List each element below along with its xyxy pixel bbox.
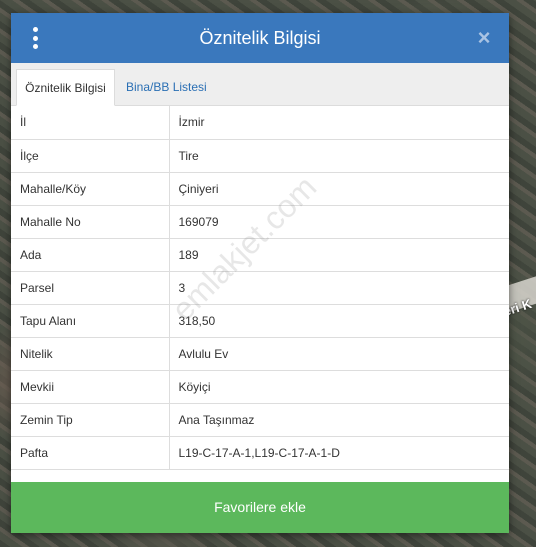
table-row: Nitelik Avlulu Ev [11, 337, 509, 371]
tab-bar: Öznitelik Bilgisi Bina/BB Listesi [11, 63, 509, 106]
attribute-key: Nitelik [11, 337, 170, 371]
table-row: Mevkii Köyiçi [11, 370, 509, 404]
attribute-value: 318,50 [169, 304, 509, 338]
attribute-value: L19-C-17-A-1,L19-C-17-A-1-D [169, 436, 509, 470]
attribute-key: İlçe [11, 139, 170, 173]
attribute-value: İzmir [169, 106, 509, 140]
table-row: Mahalle No 169079 [11, 205, 509, 239]
attribute-key: Mahalle No [11, 205, 170, 239]
attribute-value: 169079 [169, 205, 509, 239]
tab-building-list[interactable]: Bina/BB Listesi [116, 69, 217, 105]
attribute-value: 189 [169, 238, 509, 272]
attribute-key: Ada [11, 238, 170, 272]
attribute-key: Mevkii [11, 370, 170, 404]
attribute-key: Tapu Alanı [11, 304, 170, 338]
table-row: Zemin Tip Ana Taşınmaz [11, 403, 509, 437]
tab-attribute-info[interactable]: Öznitelik Bilgisi [16, 69, 115, 106]
dialog-header: Öznitelik Bilgisi × [11, 13, 509, 63]
table-row: Mahalle/Köy Çiniyeri [11, 172, 509, 206]
attribute-table: İl İzmir İlçe Tire Mahalle/Köy Çiniyeri Mahall… [11, 106, 509, 470]
table-row: Tapu Alanı 318,50 [11, 304, 509, 338]
attribute-value: Tire [169, 139, 509, 173]
vertical-ellipsis-icon[interactable] [29, 27, 41, 49]
attribute-value: Çiniyeri [169, 172, 509, 206]
attribute-key: Mahalle/Köy [11, 172, 170, 206]
close-icon[interactable]: × [471, 25, 497, 51]
attribute-value: 3 [169, 271, 509, 305]
attribute-value: Ana Taşınmaz [169, 403, 509, 437]
table-row: İl İzmir [11, 106, 509, 140]
attribute-key: Parsel [11, 271, 170, 305]
attribute-key: Zemin Tip [11, 403, 170, 437]
dialog-title: Öznitelik Bilgisi [199, 28, 321, 48]
attribute-dialog: Öznitelik Bilgisi × Öznitelik Bilgisi Bi… [11, 13, 509, 533]
attribute-key: İl [11, 106, 170, 140]
attribute-value: Köyiçi [169, 370, 509, 404]
table-row: Ada 189 [11, 238, 509, 272]
add-to-favorites-button[interactable]: Favorilere ekle [11, 482, 509, 533]
table-row: Pafta L19-C-17-A-1,L19-C-17-A-1-D [11, 436, 509, 470]
table-row: Parsel 3 [11, 271, 509, 305]
attribute-key: Pafta [11, 436, 170, 470]
table-row: İlçe Tire [11, 139, 509, 173]
attribute-value: Avlulu Ev [169, 337, 509, 371]
